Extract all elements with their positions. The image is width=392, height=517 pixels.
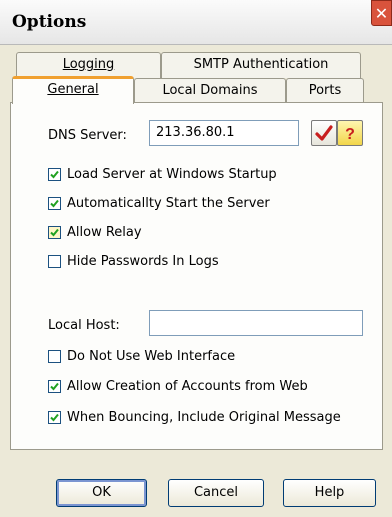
dns-server-input[interactable]: 213.36.80.1 <box>149 120 299 146</box>
no-web-interface-row[interactable]: Do Not Use Web Interface <box>48 349 235 364</box>
help-button[interactable]: Help <box>283 479 376 507</box>
include-original-message-checkbox[interactable] <box>48 411 61 424</box>
tab-smtp-authentication[interactable]: SMTP Authentication <box>161 52 361 78</box>
no-web-interface-checkbox[interactable] <box>48 350 61 363</box>
svg-text:?: ? <box>345 126 355 143</box>
question-icon: ? <box>345 126 355 143</box>
tab-local-domains[interactable]: Local Domains <box>134 78 286 103</box>
auto-start-row[interactable]: Automaticallty Start the Server <box>48 196 270 211</box>
tab-general[interactable]: General <box>12 76 134 104</box>
hide-passwords-row[interactable]: Hide Passwords In Logs <box>48 254 219 269</box>
window-title: Options <box>12 12 87 32</box>
tab-logging-label: Logging <box>62 57 115 72</box>
load-at-startup-label: Load Server at Windows Startup <box>67 167 277 182</box>
checkmark-icon <box>315 125 333 141</box>
auto-start-label: Automaticallty Start the Server <box>67 196 270 211</box>
tab-ports[interactable]: Ports <box>286 78 364 103</box>
cancel-button[interactable]: Cancel <box>168 479 264 507</box>
allow-web-accounts-row[interactable]: Allow Creation of Accounts from Web <box>48 379 308 394</box>
general-tab-panel: DNS Server: 213.36.80.1 ? Load Server at… <box>10 102 383 450</box>
verify-dns-button[interactable] <box>311 120 337 146</box>
dns-help-button[interactable]: ? <box>337 120 363 146</box>
allow-relay-checkbox[interactable] <box>48 226 61 239</box>
hide-passwords-checkbox[interactable] <box>48 255 61 268</box>
tab-general-label: General <box>47 82 99 97</box>
local-host-label: Local Host: <box>48 318 120 333</box>
ok-button[interactable]: OK <box>56 479 147 507</box>
load-at-startup-checkbox[interactable] <box>48 168 61 181</box>
dns-server-label: DNS Server: <box>48 128 127 143</box>
tab-local-domains-label: Local Domains <box>162 83 258 98</box>
no-web-interface-label: Do Not Use Web Interface <box>67 349 236 364</box>
allow-web-accounts-label: Allow Creation of Accounts from Web <box>67 379 308 394</box>
allow-relay-label: Allow Relay <box>67 225 142 240</box>
allow-relay-row[interactable]: Allow Relay <box>48 225 142 240</box>
allow-web-accounts-checkbox[interactable] <box>48 380 61 393</box>
tab-ports-label: Ports <box>308 83 342 98</box>
tab-smtp-authentication-label: SMTP Authentication <box>193 57 329 72</box>
load-at-startup-row[interactable]: Load Server at Windows Startup <box>48 167 277 182</box>
include-original-message-row[interactable]: When Bouncing, Include Original Message <box>48 410 341 425</box>
close-icon: ✕ <box>374 4 389 23</box>
auto-start-checkbox[interactable] <box>48 197 61 210</box>
tab-logging[interactable]: Logging <box>16 52 161 78</box>
include-original-message-label: When Bouncing, Include Original Message <box>67 410 341 425</box>
close-button[interactable]: ✕ <box>371 0 392 26</box>
title-bar: Options ✕ <box>0 0 392 45</box>
local-host-input[interactable] <box>149 310 363 336</box>
hide-passwords-label: Hide Passwords In Logs <box>67 254 219 269</box>
